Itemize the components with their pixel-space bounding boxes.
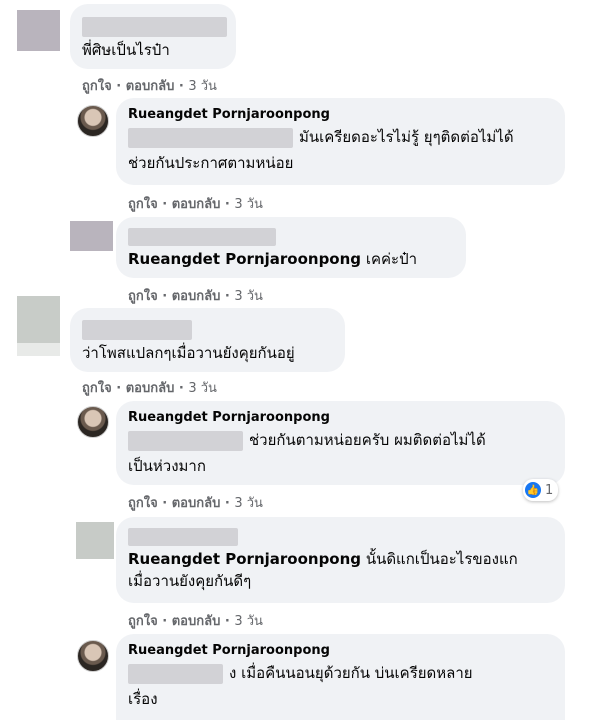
commenter-avatar[interactable] [77, 105, 109, 137]
comment-bubble: Rueangdet Pornjaroonpong มันเครียดอะไรไม… [116, 98, 565, 185]
comment-time[interactable]: 3 วัน [188, 381, 217, 396]
commenter-avatar[interactable] [76, 522, 114, 559]
redacted-mention [128, 663, 223, 684]
comment-time[interactable]: 3 วัน [234, 197, 263, 212]
comment-actions: ถูกใจ · ตอบกลับ · 3 วัน [128, 496, 263, 511]
commenter-avatar[interactable] [77, 640, 109, 672]
comment-bubble: ว่าโพสแปลกๆเมื่อวานยังคุยกันอยู่ [70, 308, 345, 372]
reply-link[interactable]: ตอบกลับ [126, 381, 175, 396]
comment-bubble: Rueangdet Pornjaroonpong ช่วยกันตามหน่อย… [116, 401, 565, 485]
comment-text: นั้นดิแกเป็นอะไรของแก [365, 549, 518, 568]
comment-text: ว่าโพสแปลกๆเมื่อวานยังคุยกันอยู่ [82, 344, 295, 362]
reply-link[interactable]: ตอบกลับ [172, 614, 221, 629]
comment-bubble: Rueangdet Pornjaroonpong เคค่ะป๋า [116, 217, 466, 278]
comment-actions: ถูกใจ · ตอบกลับ · 3 วัน [82, 79, 217, 94]
comment-bubble: พี่ศิษเป็นไรป๋า [70, 4, 236, 69]
commenter-avatar[interactable] [17, 10, 60, 51]
comment-time[interactable]: 3 วัน [234, 614, 263, 629]
comment-text: พี่ศิษเป็นไรป๋า [82, 41, 170, 59]
redacted-name [128, 227, 276, 246]
like-link[interactable]: ถูกใจ [128, 614, 158, 629]
comment-text-line2: เรื่อง [128, 690, 158, 708]
commenter-avatar[interactable] [77, 406, 109, 438]
commenter-name[interactable]: Rueangdet Pornjaroonpong [128, 409, 553, 427]
reply-link[interactable]: ตอบกลับ [126, 79, 175, 94]
comment-bubble: Rueangdet Pornjaroonpong นั้นดิแกเป็นอะไ… [116, 517, 565, 603]
comment-text-line2: เป็นห่วงมาก [128, 457, 206, 475]
like-link[interactable]: ถูกใจ [128, 289, 158, 304]
comment-text-line2: ช่วยกันประกาศตามหน่อย [128, 154, 294, 172]
comment-actions: ถูกใจ · ตอบกลับ · 3 วัน [128, 614, 263, 629]
like-reaction-icon: 👍 [525, 482, 541, 498]
commenter-name[interactable]: Rueangdet Pornjaroonpong [128, 106, 553, 124]
comment-time[interactable]: 3 วัน [234, 289, 263, 304]
like-link[interactable]: ถูกใจ [128, 197, 158, 212]
reply-link[interactable]: ตอบกลับ [172, 289, 221, 304]
comment-text: ช่วยกันตามหน่อยครับ ผมติดต่อไม่ได้ [249, 431, 486, 449]
redacted-mention [128, 430, 243, 451]
comment-text: ง เมื่อคืนนอนยุด้วยกัน บ่นเครียดหลาย [229, 664, 473, 682]
comment-actions: ถูกใจ · ตอบกลับ · 3 วัน [128, 289, 263, 304]
commenter-avatar[interactable] [70, 221, 113, 251]
comment-actions: ถูกใจ · ตอบกลับ · 3 วัน [128, 197, 263, 212]
like-link[interactable]: ถูกใจ [82, 79, 112, 94]
reaction-number: 1 [545, 482, 554, 498]
comment-time[interactable]: 3 วัน [234, 496, 263, 511]
like-link[interactable]: ถูกใจ [128, 496, 158, 511]
comment-text: มันเครียดอะไรไม่รู้ ยุๆติดต่อไม่ได้ [299, 128, 514, 146]
comment-bubble: Rueangdet Pornjaroonpong ง เมื่อคืนนอนยุ… [116, 634, 565, 720]
comment-text: เคค่ะป๋า [365, 249, 418, 268]
comment-actions: ถูกใจ · ตอบกลับ · 3 วัน [82, 381, 217, 396]
mention-link[interactable]: Rueangdet Pornjaroonpong [128, 550, 361, 568]
like-link[interactable]: ถูกใจ [82, 381, 112, 396]
commenter-name[interactable]: Rueangdet Pornjaroonpong [128, 642, 553, 660]
redacted-mention [128, 127, 293, 148]
redacted-name [82, 17, 227, 37]
mention-link[interactable]: Rueangdet Pornjaroonpong [128, 250, 361, 268]
reply-link[interactable]: ตอบกลับ [172, 197, 221, 212]
comment-time[interactable]: 3 วัน [188, 79, 217, 94]
redacted-name [82, 320, 192, 340]
commenter-avatar[interactable] [17, 296, 60, 356]
redacted-name [128, 527, 238, 546]
reaction-count[interactable]: 👍 1 [523, 479, 559, 501]
reply-link[interactable]: ตอบกลับ [172, 496, 221, 511]
